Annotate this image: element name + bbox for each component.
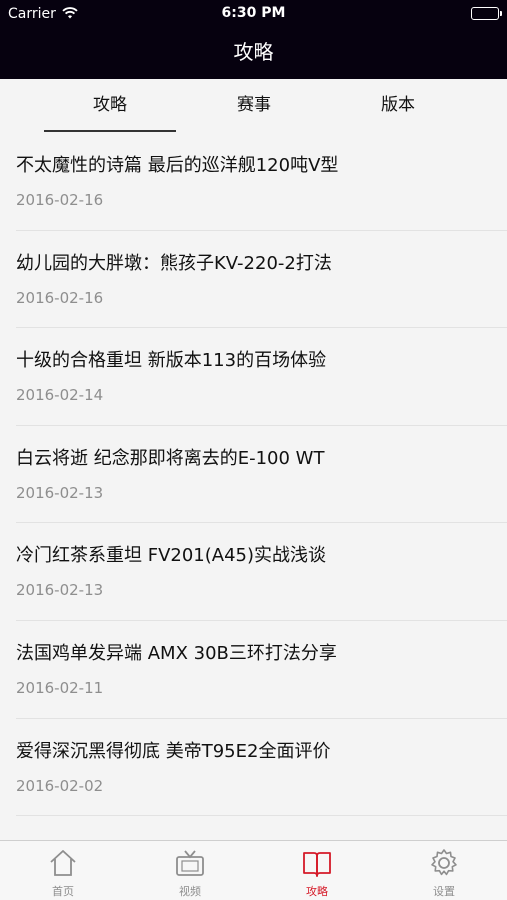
nav-bar: 攻略 <box>0 28 507 79</box>
article-title: 幼儿园的大胖墩：熊孩子KV-220-2打法 <box>16 252 332 274</box>
tabbar-strategy[interactable]: 攻略 <box>254 841 380 900</box>
book-icon <box>303 852 331 877</box>
list-item[interactable]: 幼儿园的大胖墩：熊孩子KV-220-2打法 2016-02-16 <box>16 231 507 329</box>
tabbar-strategy-label: 攻略 <box>306 885 328 898</box>
list-item[interactable]: 白云将逝 纪念那即将离去的E-100 WT 2016-02-13 <box>16 426 507 524</box>
list-item[interactable]: 法国鸡单发异端 AMX 30B三环打法分享 2016-02-11 <box>16 621 507 719</box>
bottom-tab-bar: 首页 视频 攻略 设置 <box>0 840 507 900</box>
tabbar-settings[interactable]: 设置 <box>381 841 507 900</box>
tv-icon <box>176 850 204 876</box>
tabbar-settings-label: 设置 <box>433 885 455 898</box>
tabbar-video[interactable]: 视频 <box>127 841 253 900</box>
tab-selected-indicator <box>44 130 176 132</box>
list-item[interactable]: 十级的合格重坦 新版本113的百场体验 2016-02-14 <box>16 328 507 426</box>
article-date: 2016-02-16 <box>16 288 104 307</box>
article-title: 不太魔性的诗篇 最后的巡洋舰120吨V型 <box>16 155 339 176</box>
article-title: 白云将逝 纪念那即将离去的E-100 WT <box>16 447 325 469</box>
list-item[interactable]: 不太魔性的诗篇 最后的巡洋舰120吨V型 2016-02-16 <box>16 133 507 231</box>
tabbar-home[interactable]: 首页 <box>0 841 126 900</box>
tab-version[interactable]: 版本 <box>332 79 464 133</box>
list-item[interactable]: 冷门红茶系重坦 FV201(A45)实战浅谈 2016-02-13 <box>16 523 507 621</box>
tabbar-home-label: 首页 <box>52 885 74 898</box>
tab-strategy[interactable]: 攻略 <box>44 79 176 133</box>
battery-icon <box>471 7 502 20</box>
home-icon <box>50 850 76 876</box>
article-date: 2016-02-13 <box>16 581 104 600</box>
article-date: 2016-02-13 <box>16 483 104 502</box>
article-title: 爱得深沉黑得彻底 美帝T95E2全面评价 <box>16 740 331 762</box>
tabbar-video-label: 视频 <box>179 885 201 898</box>
list-item[interactable]: 爱得深沉黑得彻底 美帝T95E2全面评价 2016-02-02 <box>16 719 507 817</box>
article-date: 2016-02-02 <box>16 776 104 795</box>
article-list[interactable]: 不太魔性的诗篇 最后的巡洋舰120吨V型 2016-02-16 幼儿园的大胖墩：… <box>0 133 507 840</box>
article-title: 十级的合格重坦 新版本113的百场体验 <box>16 350 327 372</box>
page-title: 攻略 <box>233 40 274 64</box>
gear-icon <box>431 849 457 876</box>
status-time: 6:30 PM <box>221 5 286 21</box>
status-bar: Carrier 6:30 PM <box>0 0 507 28</box>
article-date: 2016-02-11 <box>16 678 104 697</box>
article-title: 冷门红茶系重坦 FV201(A45)实战浅谈 <box>16 545 327 567</box>
segment-tabs: 攻略 赛事 版本 <box>0 79 507 133</box>
tab-events[interactable]: 赛事 <box>188 79 320 133</box>
article-title: 法国鸡单发异端 AMX 30B三环打法分享 <box>16 642 337 664</box>
article-date: 2016-02-14 <box>16 386 104 405</box>
article-date: 2016-02-16 <box>16 191 104 209</box>
